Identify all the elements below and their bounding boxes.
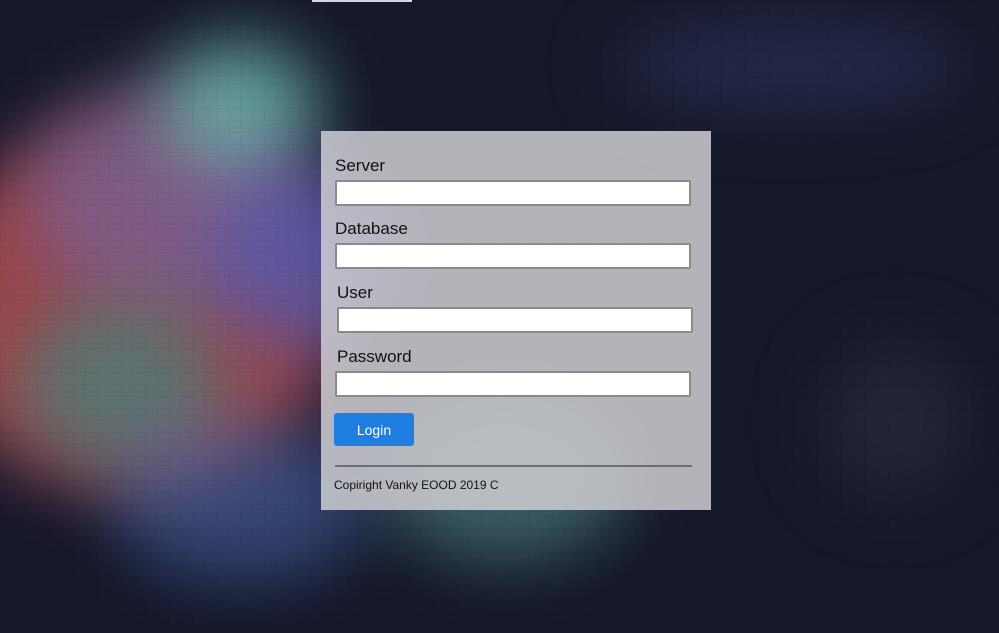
user-label: User [337,283,373,302]
server-input[interactable] [335,180,691,206]
server-label: Server [335,156,386,175]
user-input[interactable] [337,307,693,333]
copyright-text: Copiright Vanky EOOD 2019 C [334,478,499,492]
password-label: Password [337,347,412,366]
login-button[interactable]: Login [334,413,414,446]
database-input[interactable] [335,243,691,269]
login-panel: Server Database User Password Login Copi… [321,131,711,510]
divider [335,465,692,467]
database-label: Database [335,219,408,238]
password-input[interactable] [335,371,691,397]
top-strip [312,0,412,2]
